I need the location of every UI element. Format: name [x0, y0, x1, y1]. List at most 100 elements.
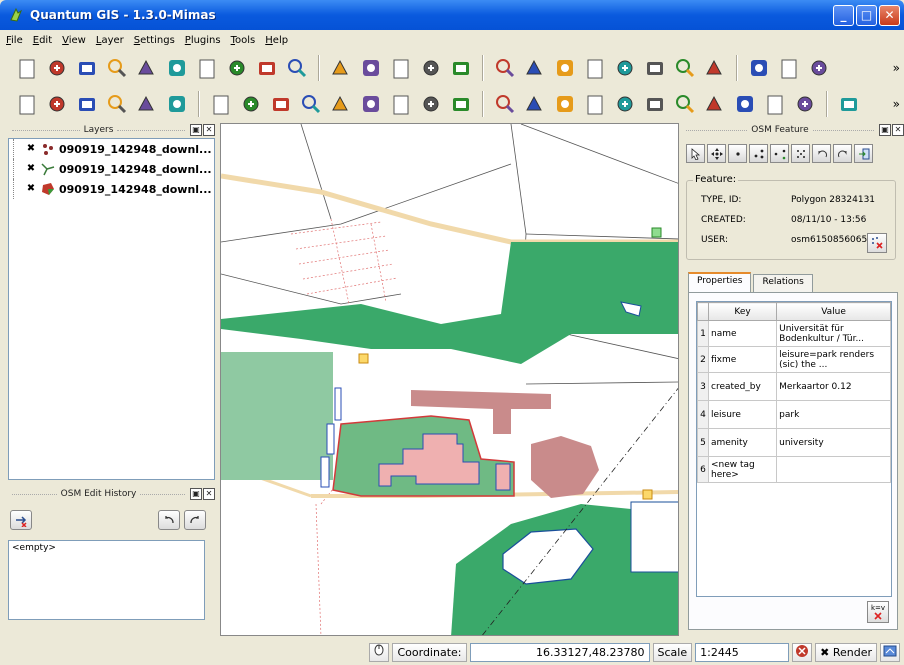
grid-select-button[interactable]: [791, 144, 810, 163]
home-button[interactable]: [672, 55, 698, 81]
undo-button[interactable]: [492, 91, 518, 117]
menu-view[interactable]: View: [62, 35, 86, 46]
print-button[interactable]: [134, 55, 160, 81]
tag-key[interactable]: fixme: [707, 346, 778, 373]
layer-item[interactable]: ✖ 090919_142948_downl...: [9, 179, 214, 199]
table-row[interactable]: 6 <new tag here>: [697, 456, 891, 483]
hide-layer-button[interactable]: [164, 91, 190, 117]
create-polygon-button[interactable]: [770, 144, 789, 163]
tag-value[interactable]: [776, 456, 891, 483]
zoom-selection-button[interactable]: [328, 91, 354, 117]
close-panel-button[interactable]: ✕: [203, 488, 216, 500]
show-all-button[interactable]: [418, 55, 444, 81]
menu-help[interactable]: Help: [265, 35, 288, 46]
new-project-button[interactable]: [14, 55, 40, 81]
add-vector-layer-button[interactable]: [164, 55, 190, 81]
menu-file[interactable]: File: [6, 35, 23, 46]
pan-button[interactable]: [806, 55, 832, 81]
layer-item[interactable]: ✖ 090919_142948_downl...: [9, 139, 214, 159]
float-panel-button[interactable]: ▣: [879, 124, 891, 136]
tag-value[interactable]: leisure=park renders (sic) the ...: [776, 346, 891, 373]
add-ring-button[interactable]: [552, 91, 578, 117]
minimize-button[interactable]: _: [833, 5, 854, 26]
reshape-button[interactable]: [672, 91, 698, 117]
close-button[interactable]: ✕: [879, 5, 900, 26]
float-panel-button[interactable]: ▣: [190, 124, 203, 136]
delete-feature-button[interactable]: [358, 55, 384, 81]
user-info-button[interactable]: [867, 233, 887, 253]
tag-key[interactable]: leisure: [707, 400, 778, 429]
zoom-layer-extent-button[interactable]: [358, 91, 384, 117]
close-panel-button[interactable]: ✕: [892, 124, 904, 136]
tag-value[interactable]: university: [776, 428, 891, 457]
zoom-out-button[interactable]: [268, 91, 294, 117]
remove-tag-button[interactable]: k=v: [867, 601, 889, 623]
redo-button[interactable]: [184, 510, 206, 530]
toolbar-overflow-icon[interactable]: »: [893, 97, 900, 111]
value-column-header[interactable]: Value: [776, 302, 891, 321]
undo-button[interactable]: [812, 144, 831, 163]
stop-render-button[interactable]: [792, 643, 813, 662]
open-project-button[interactable]: [44, 55, 70, 81]
create-point-button[interactable]: [728, 144, 747, 163]
zoom-full-button[interactable]: [298, 91, 324, 117]
poi-marker[interactable]: [651, 227, 662, 238]
identify-layer-button[interactable]: [44, 91, 70, 117]
visibility-checkbox[interactable]: ✖: [25, 163, 37, 175]
split-button[interactable]: [702, 91, 728, 117]
map-canvas[interactable]: [220, 123, 679, 636]
menu-tools[interactable]: Tools: [231, 35, 256, 46]
bookmark-button[interactable]: [702, 55, 728, 81]
remove-layer-button[interactable]: [194, 55, 220, 81]
poi-marker[interactable]: [642, 489, 653, 500]
merge-button[interactable]: [732, 91, 758, 117]
table-row[interactable]: 2 fixme leisure=park renders (sic) the .…: [697, 346, 891, 373]
tag-value[interactable]: Merkaartor 0.12: [776, 372, 891, 401]
add-group-button[interactable]: [14, 91, 40, 117]
move-feature-button[interactable]: [707, 144, 726, 163]
identify-feature-button[interactable]: [686, 144, 705, 163]
layer-item[interactable]: ✖ 090919_142948_downl...: [9, 159, 214, 179]
menu-plugins[interactable]: Plugins: [185, 35, 221, 46]
delete-ring-button[interactable]: [612, 91, 638, 117]
table-row[interactable]: 5 amenity university: [697, 428, 891, 457]
new-layer-button[interactable]: [224, 55, 250, 81]
close-panel-button[interactable]: ✕: [203, 124, 216, 136]
refresh-button[interactable]: [448, 91, 474, 117]
toolbar-overflow-icon[interactable]: »: [893, 61, 900, 75]
attribute-table-button[interactable]: [552, 55, 578, 81]
save-as-button[interactable]: [104, 55, 130, 81]
zoom-in-button[interactable]: [238, 91, 264, 117]
zoom-layer-button[interactable]: [74, 91, 100, 117]
coordinate-field[interactable]: 16.33127,48.23780: [469, 643, 650, 662]
tab-properties[interactable]: Properties: [688, 272, 752, 292]
identify-button[interactable]: [492, 55, 518, 81]
table-row[interactable]: 1 name Universität für Bodenkultur / Tür…: [697, 320, 891, 347]
map-tips-button[interactable]: [612, 55, 638, 81]
select-button[interactable]: [522, 55, 548, 81]
tag-value[interactable]: Universität für Bodenkultur / Tür...: [776, 320, 891, 347]
table-row[interactable]: 4 leisure park: [697, 400, 891, 429]
delete-part-button[interactable]: [642, 91, 668, 117]
refresh-layer-button[interactable]: [104, 91, 130, 117]
pan-hand-button[interactable]: [208, 91, 234, 117]
node-tool-button[interactable]: [792, 91, 818, 117]
menu-layer[interactable]: Layer: [96, 35, 124, 46]
layer-prop-button[interactable]: [134, 91, 160, 117]
speech-bubble-button[interactable]: [642, 55, 668, 81]
save-project-button[interactable]: [74, 55, 100, 81]
scale-field[interactable]: 1:2445: [695, 643, 790, 662]
menu-edit[interactable]: Edit: [33, 35, 52, 46]
digitize-button[interactable]: [328, 55, 354, 81]
move-button[interactable]: [776, 55, 802, 81]
add-wms-button[interactable]: [284, 55, 310, 81]
zoom-next-button[interactable]: [418, 91, 444, 117]
menu-settings[interactable]: Settings: [134, 35, 175, 46]
render-checkbox[interactable]: ✖ Render: [815, 643, 877, 662]
maximize-button[interactable]: □: [856, 5, 877, 26]
poi-marker[interactable]: [358, 353, 369, 364]
create-line-button[interactable]: [749, 144, 768, 163]
float-panel-button[interactable]: ▣: [190, 488, 203, 500]
tag-value[interactable]: park: [776, 400, 891, 429]
key-column-header[interactable]: Key: [707, 302, 778, 321]
